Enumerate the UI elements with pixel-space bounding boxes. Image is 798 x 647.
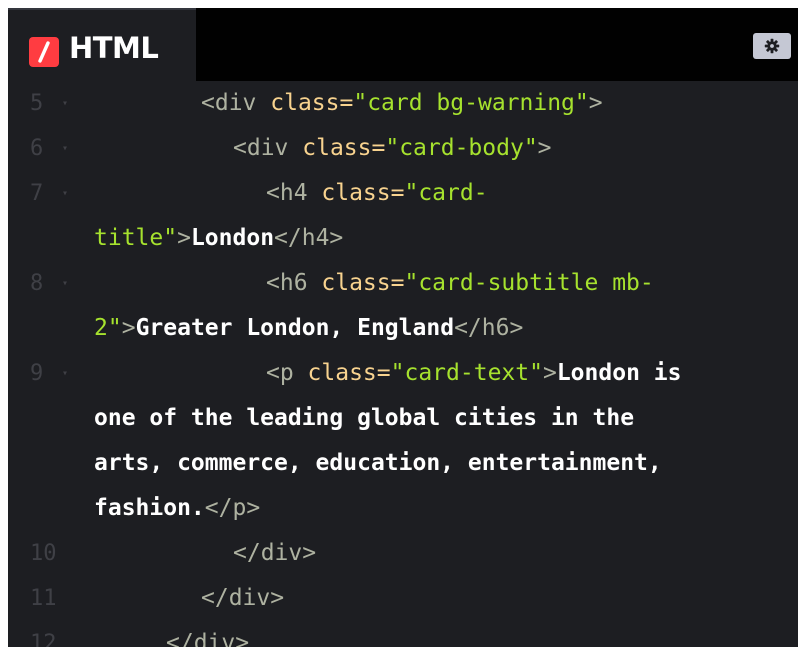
code-line: title">London</h4> (8, 216, 798, 261)
line-number: 5 (30, 91, 44, 116)
code-token: arts, commerce, education, entertainment… (94, 450, 662, 476)
line-number: 9 (30, 361, 44, 386)
code-token: London is (556, 360, 682, 386)
code-line: arts, commerce, education, entertainment… (8, 441, 798, 486)
line-content: <div class="card-body"> (94, 126, 552, 171)
code-line: 11 </div> (8, 576, 798, 621)
line-content: </div> (94, 576, 284, 621)
line-content: <div class="card bg-warning"> (94, 81, 603, 126)
code-token: 2" (94, 315, 122, 341)
code-token: "card-subtitle mb- (404, 270, 654, 296)
code-token: <p (266, 360, 308, 386)
fold-arrow-icon[interactable]: ▾ (62, 351, 68, 396)
line-content: </div> (94, 621, 249, 647)
code-token: <div (201, 90, 271, 116)
code-token: "card-text" (390, 360, 543, 386)
code-token: class= (321, 180, 405, 206)
fold-arrow-icon[interactable]: ▾ (62, 171, 68, 216)
code-token: </p> (204, 495, 261, 521)
code-token: <h6 (266, 270, 322, 296)
tab-html[interactable]: HTML (8, 8, 196, 81)
code-area[interactable]: 5 ▾ <div class="card bg-warning"> 6 ▾ <div cl… (8, 81, 798, 647)
line-number: 11 (30, 586, 57, 611)
code-token: </h4> (274, 225, 344, 251)
code-editor-panel[interactable]: HTML 5 ▾ <div class="card bg-warning"> 6 ▾ <d (8, 8, 798, 647)
code-token: </h6> (454, 315, 524, 341)
code-token: </div> (201, 585, 285, 611)
code-line: 5 ▾ <div class="card bg-warning"> (8, 81, 798, 126)
code-line: 7 ▾ <h4 class="card- (8, 171, 798, 216)
tab-title: HTML (69, 31, 159, 65)
line-content: arts, commerce, education, entertainment… (94, 441, 662, 486)
code-token: one of the leading global cities in the (94, 405, 635, 431)
code-token: "card bg-warning" (353, 90, 589, 116)
code-token: "card- (404, 180, 488, 206)
code-token: class= (270, 90, 354, 116)
code-token: class= (307, 360, 391, 386)
fold-arrow-icon[interactable]: ▾ (62, 126, 68, 171)
line-number: 10 (30, 541, 57, 566)
code-line: 6 ▾ <div class="card-body"> (8, 126, 798, 171)
line-content: <h6 class="card-subtitle mb- (94, 261, 654, 306)
code-line: 12 </div> (8, 621, 798, 647)
line-content: fashion.</p> (94, 486, 260, 531)
line-content: <p class="card-text">London is (94, 351, 681, 396)
gear-icon (764, 38, 780, 54)
code-token: class= (302, 135, 386, 161)
settings-button[interactable] (753, 33, 791, 59)
code-token: </div> (233, 540, 317, 566)
code-token: "card-body" (385, 135, 538, 161)
code-line: fashion.</p> (8, 486, 798, 531)
line-content: title">London</h4> (94, 216, 343, 261)
line-content: </div> (94, 531, 316, 576)
code-token: <div (233, 135, 303, 161)
code-line: 10 </div> (8, 531, 798, 576)
code-token: <h4 (266, 180, 322, 206)
code-line: 8 ▾ <h6 class="card-subtitle mb- (8, 261, 798, 306)
code-token: > (588, 90, 603, 116)
code-line: 9 ▾ <p class="card-text">London is (8, 351, 798, 396)
line-content: 2">Greater London, England</h6> (94, 306, 523, 351)
editor-header: HTML (8, 8, 798, 81)
code-token: Greater London, England (135, 315, 455, 341)
code-line: one of the leading global cities in the (8, 396, 798, 441)
line-number: 6 (30, 136, 44, 161)
line-content: <h4 class="card- (94, 171, 488, 216)
code-line: 2">Greater London, England</h6> (8, 306, 798, 351)
line-number: 7 (30, 181, 44, 206)
code-token: </div> (166, 630, 250, 647)
line-content: one of the leading global cities in the (94, 396, 634, 441)
code-token: fashion. (94, 495, 205, 521)
code-token: > (121, 315, 136, 341)
code-token: title" (94, 225, 178, 251)
line-number: 8 (30, 271, 44, 296)
fold-arrow-icon[interactable]: ▾ (62, 261, 68, 306)
html-slash-icon (29, 37, 59, 67)
code-token: > (177, 225, 191, 251)
code-token: class= (321, 270, 405, 296)
fold-arrow-icon[interactable]: ▾ (62, 81, 68, 126)
code-token: London (190, 225, 275, 251)
code-token: > (537, 135, 552, 161)
code-token: > (542, 360, 557, 386)
line-number: 12 (30, 631, 57, 647)
